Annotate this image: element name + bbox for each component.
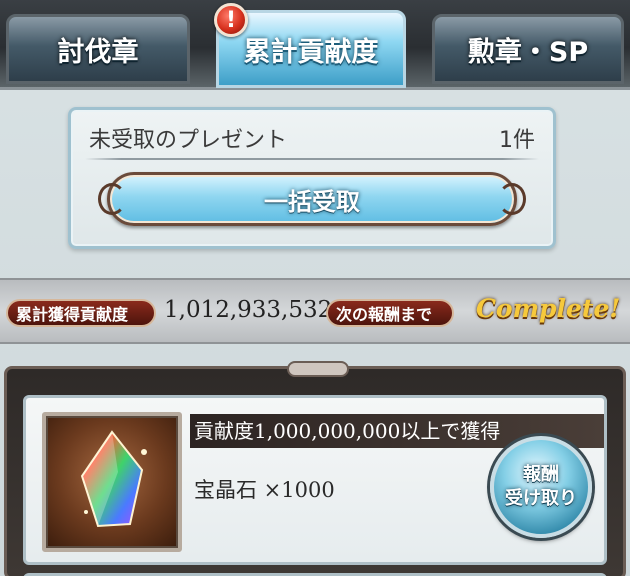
divider (85, 158, 539, 160)
tab-subjugation-medals[interactable]: 討伐章 (6, 14, 190, 84)
receive-all-button[interactable]: 一括受取 (98, 172, 526, 226)
reward-card: 貢献度1,000,000,000以上で獲得 宝晶石 ×1000 報酬 受け取り (23, 395, 607, 565)
total-contribution-label: 累計獲得貢献度 (6, 299, 156, 327)
ornament-right-icon (498, 183, 526, 215)
claim-line-1: 報酬 (523, 464, 559, 485)
next-reward-label: 次の報酬まで (326, 299, 454, 327)
frame-crest-icon (287, 361, 349, 377)
tab-label: 累計貢献度 (243, 36, 379, 68)
ornament-left-icon (98, 183, 126, 215)
reward-item: 宝晶石 ×1000 (194, 478, 335, 502)
tab-label: 討伐章 (57, 36, 139, 68)
receive-all-label: 一括受取 (264, 187, 360, 216)
claim-line-2: 受け取り (505, 488, 577, 509)
rainbow-crystal-icon (42, 412, 182, 552)
tab-medals-sp[interactable]: 勲章・SP (432, 14, 624, 84)
reward-condition: 貢献度1,000,000,000以上で獲得 (194, 419, 501, 443)
alert-icon: ! (214, 3, 248, 37)
next-reward-status: Complete! (476, 294, 621, 323)
present-label: 未受取のプレゼント (89, 128, 288, 153)
total-contribution-value: 1,012,933,532 (164, 297, 333, 323)
crystal-art (80, 430, 147, 528)
reward-list-frame: 貢献度1,000,000,000以上で獲得 宝晶石 ×1000 報酬 受け取り (4, 361, 626, 576)
tab-label: 勲章・SP (467, 36, 589, 68)
contribution-stats-bar: 累計獲得貢献度 1,012,933,532 次の報酬まで Complete! (0, 278, 630, 344)
unclaimed-present-panel: 未受取のプレゼント 1件 一括受取 (68, 107, 556, 249)
tab-bar: 討伐章 累計貢献度 勲章・SP ! (0, 0, 630, 90)
present-count: 1件 (499, 128, 535, 153)
claim-reward-button[interactable]: 報酬 受け取り (490, 436, 592, 538)
